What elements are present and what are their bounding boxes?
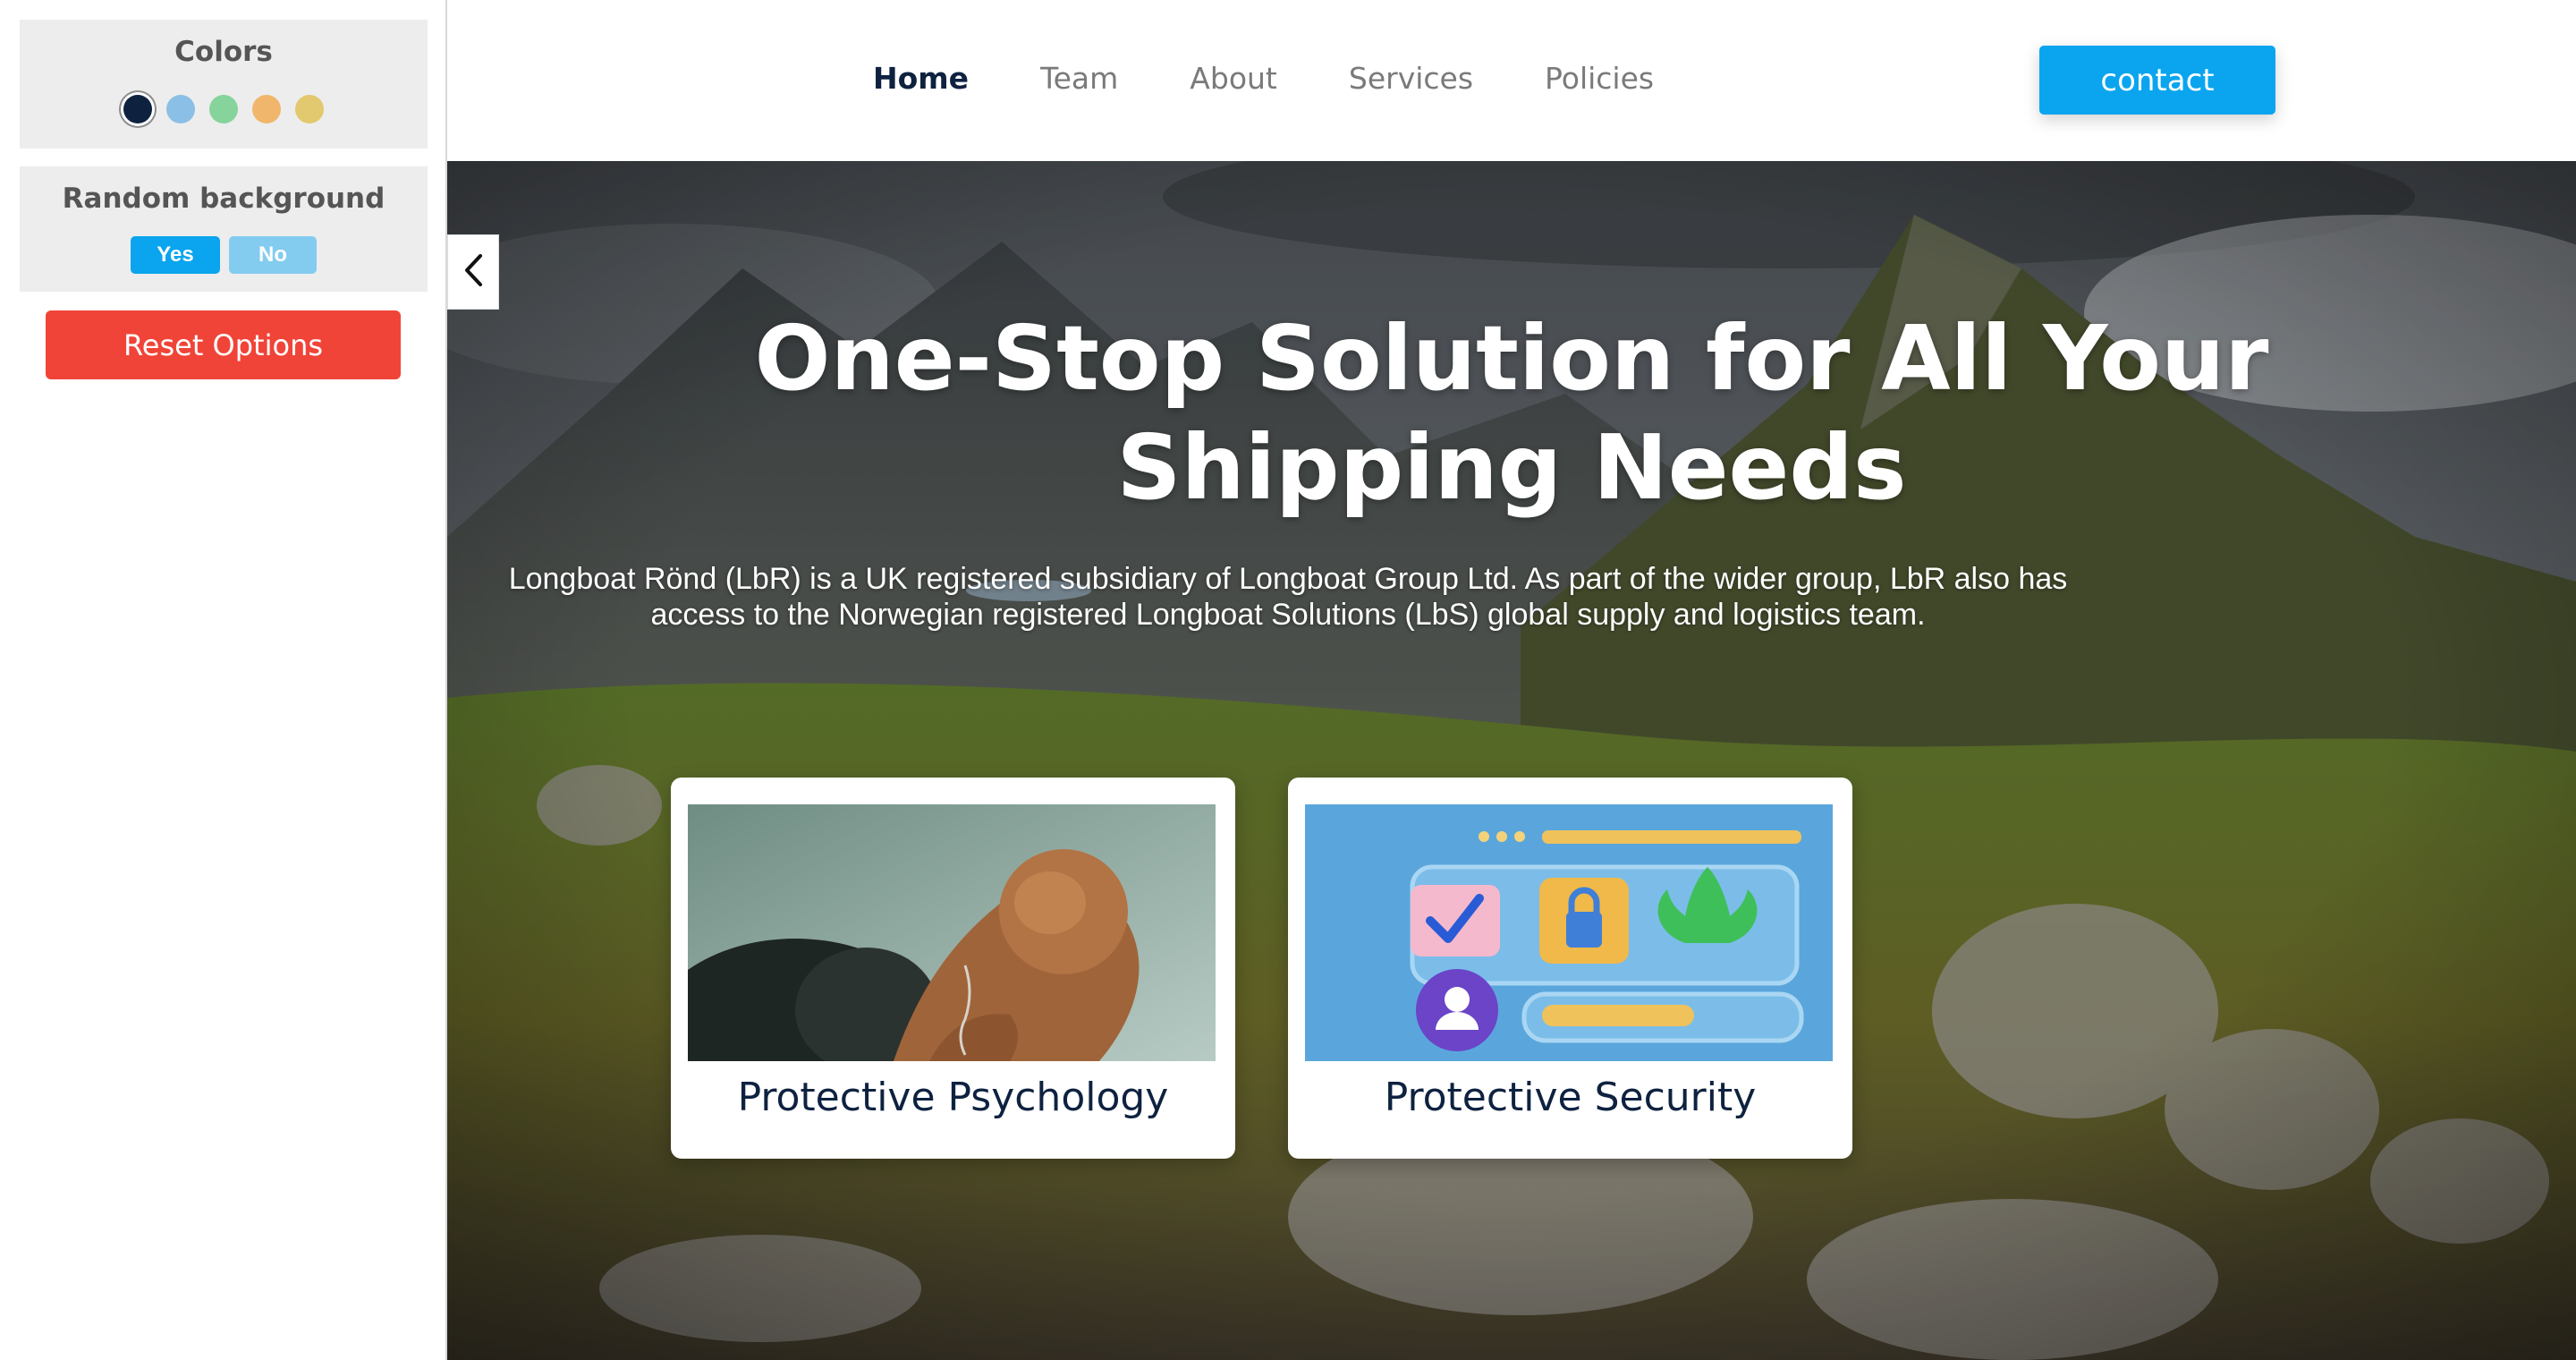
chevron-left-icon — [462, 252, 484, 293]
reset-options-button[interactable]: Reset Options — [46, 310, 401, 379]
top-navbar: Home Team About Services Policies contac… — [447, 0, 2576, 161]
nav-link-about[interactable]: About — [1190, 61, 1277, 96]
color-swatch-green[interactable] — [209, 95, 238, 123]
color-swatch-orange[interactable] — [252, 95, 281, 123]
nav-link-team[interactable]: Team — [1040, 61, 1118, 96]
colors-option: Colors — [20, 20, 428, 149]
random-background-title: Random background — [62, 183, 386, 215]
protective-security-image — [1305, 804, 1833, 1061]
card-title: Protective Psychology — [737, 1075, 1169, 1120]
random-background-option: Random background Yes No — [20, 166, 428, 292]
random-background-toggle: Yes No — [20, 236, 428, 274]
options-panel: Colors Random background Yes No Reset Op… — [0, 0, 447, 1360]
random-background-no-button[interactable]: No — [229, 236, 317, 274]
hero-description: Longboat Rönd (LbR) is a UK registered s… — [508, 562, 2068, 632]
nav-link-services[interactable]: Services — [1349, 61, 1473, 96]
protective-psychology-image — [688, 804, 1216, 1061]
hero-title-line-1: One-Stop Solution for All Your — [754, 306, 2269, 411]
hero-title: One-Stop Solution for All Your Shipping … — [447, 304, 2576, 523]
nav-link-home[interactable]: Home — [873, 61, 969, 96]
color-swatch-navy[interactable] — [123, 95, 152, 123]
color-swatch-light-blue[interactable] — [166, 95, 195, 123]
hero-section: One-Stop Solution for All Your Shipping … — [447, 161, 2576, 1360]
service-card-protective-psychology[interactable]: Protective Psychology — [671, 778, 1235, 1159]
color-swatch-yellow[interactable] — [295, 95, 324, 123]
nav-link-policies[interactable]: Policies — [1545, 61, 1654, 96]
color-swatches — [20, 95, 428, 123]
hero-title-line-2: Shipping Needs — [1116, 415, 1907, 520]
service-card-protective-security[interactable]: Protective Security — [1288, 778, 1852, 1159]
contact-button[interactable]: contact — [2039, 46, 2275, 115]
main-nav: Home Team About Services Policies — [873, 61, 1654, 96]
random-background-yes-button[interactable]: Yes — [131, 236, 220, 274]
colors-title: Colors — [174, 36, 273, 68]
card-title: Protective Security — [1384, 1075, 1757, 1120]
options-panel-toggle[interactable] — [447, 234, 499, 310]
